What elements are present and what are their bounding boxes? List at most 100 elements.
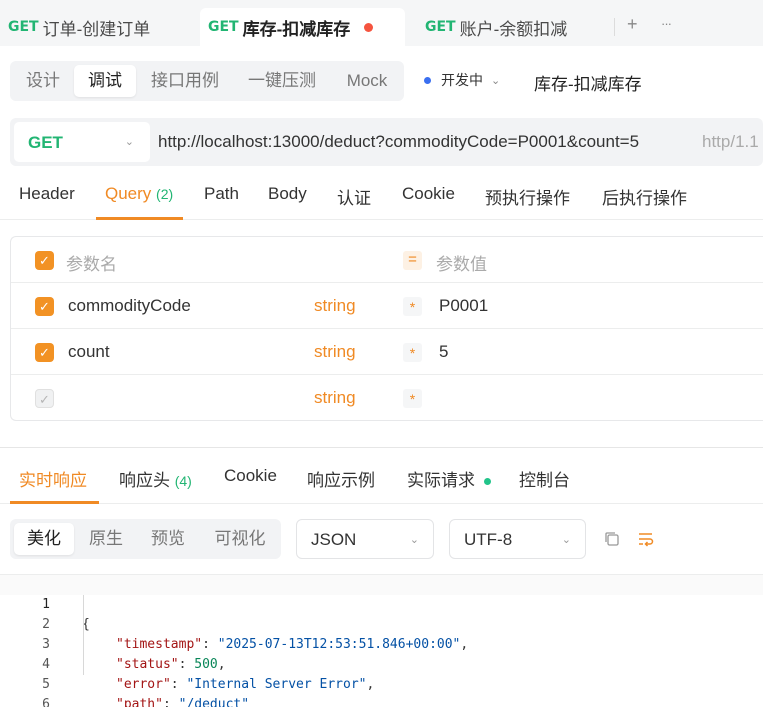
request-tab-deduct-stock[interactable]: GET 库存-扣减库存 bbox=[200, 8, 405, 46]
method-label: GET bbox=[208, 19, 239, 35]
more-tabs-button[interactable]: ··· bbox=[661, 14, 672, 34]
mode-debug[interactable]: 调试 bbox=[74, 65, 136, 97]
row-enable-checkbox[interactable]: ✓ bbox=[35, 297, 54, 316]
format-wrap-icon[interactable] bbox=[637, 530, 655, 548]
tab-cookie[interactable]: Cookie bbox=[402, 184, 455, 204]
required-star-icon[interactable]: * bbox=[403, 389, 422, 408]
param-type[interactable]: string bbox=[314, 388, 356, 408]
line-number: 6 bbox=[42, 697, 50, 707]
add-tab-button[interactable]: + bbox=[627, 14, 638, 34]
encoding-select[interactable]: UTF-8 ⌄ bbox=[449, 519, 586, 559]
mode-test-case[interactable]: 接口用例 bbox=[140, 65, 230, 97]
chevron-down-icon: ⌄ bbox=[561, 534, 571, 546]
tab-response-headers-label: 响应头 bbox=[119, 471, 170, 490]
view-preview[interactable]: 预览 bbox=[138, 523, 198, 555]
mode-switcher: 设计 调试 接口用例 一键压测 Mock bbox=[10, 61, 404, 101]
method-select[interactable]: GET ⌄ bbox=[14, 122, 150, 162]
tab-title: 库存-扣减库存 bbox=[242, 19, 351, 39]
url-input[interactable]: http://localhost:13000/deduct?commodityC… bbox=[158, 132, 639, 152]
json-value: "/deduct" bbox=[178, 697, 250, 707]
code-line: 5 "path": "/deduct" bbox=[0, 655, 763, 707]
code-line: 3 "status": 500, bbox=[0, 615, 763, 672]
table-header-row: ✓ 参数名 = 参数值 bbox=[11, 237, 763, 283]
env-status-select[interactable]: 开发中 ⌄ bbox=[424, 70, 500, 90]
mode-design[interactable]: 设计 bbox=[14, 65, 72, 97]
row-enable-checkbox[interactable]: ✓ bbox=[35, 389, 54, 408]
tab-pre-script[interactable]: 预执行操作 bbox=[485, 184, 570, 209]
json-key: "path" bbox=[116, 697, 163, 707]
view-visualize[interactable]: 可视化 bbox=[202, 523, 278, 555]
method-value: GET bbox=[28, 133, 63, 152]
response-format-select[interactable]: JSON ⌄ bbox=[296, 519, 434, 559]
tab-body[interactable]: Body bbox=[268, 184, 307, 204]
tab-query-count: (2) bbox=[156, 186, 174, 202]
tab-auth[interactable]: 认证 bbox=[337, 184, 371, 209]
tab-path[interactable]: Path bbox=[204, 184, 239, 204]
tab-console[interactable]: 控制台 bbox=[519, 466, 570, 491]
param-type[interactable]: string bbox=[314, 296, 356, 316]
request-name-input[interactable]: 库存-扣减库存 bbox=[534, 70, 642, 95]
indent-guide bbox=[83, 595, 84, 675]
unsaved-dot-icon bbox=[364, 22, 374, 32]
param-value[interactable]: P0001 bbox=[439, 296, 488, 316]
url-bar: GET ⌄ http://localhost:13000/deduct?comm… bbox=[10, 118, 763, 166]
http-version-label: http/1.1 bbox=[702, 132, 759, 151]
chevron-down-icon: ⌄ bbox=[124, 136, 134, 148]
response-body-viewer[interactable]: 1 { 2 "timestamp": "2025-07-13T12:53:51.… bbox=[0, 574, 763, 707]
column-header-name: 参数名 bbox=[66, 255, 117, 274]
code-line: 1 { bbox=[0, 575, 763, 632]
active-tab-indicator bbox=[96, 217, 183, 220]
view-pretty[interactable]: 美化 bbox=[14, 523, 74, 555]
param-type[interactable]: string bbox=[314, 342, 356, 362]
tab-response-headers-count: (4) bbox=[174, 473, 192, 489]
method-label: GET bbox=[8, 19, 39, 35]
response-format-value: JSON bbox=[311, 530, 357, 549]
code-text: "path": "/deduct" bbox=[116, 695, 249, 707]
tab-response-headers[interactable]: 响应头 (4) bbox=[119, 466, 192, 491]
table-row: ✓ string * bbox=[11, 375, 763, 421]
param-name[interactable]: commodityCode bbox=[68, 296, 191, 316]
method-label: GET bbox=[425, 19, 456, 35]
param-name[interactable]: count bbox=[68, 342, 110, 362]
status-dot-icon bbox=[483, 478, 491, 486]
column-header-value: 参数值 bbox=[436, 255, 487, 274]
chevron-down-icon: ⌄ bbox=[409, 534, 419, 546]
mode-mock[interactable]: Mock bbox=[336, 65, 398, 97]
equals-icon: = bbox=[403, 251, 422, 270]
encoding-value: UTF-8 bbox=[464, 530, 513, 549]
code-line: 6 } bbox=[0, 675, 763, 707]
response-tabs: 实时响应 响应头 (4) Cookie 响应示例 实际请求 控制台 bbox=[0, 452, 763, 504]
chevron-down-icon: ⌄ bbox=[491, 74, 501, 87]
tab-actual-request[interactable]: 实际请求 bbox=[407, 466, 491, 491]
row-enable-checkbox[interactable]: ✓ bbox=[35, 343, 54, 362]
query-params-table: ✓ 参数名 = 参数值 ✓ commodityCode string * P00… bbox=[10, 236, 763, 421]
mode-load-test[interactable]: 一键压测 bbox=[236, 65, 328, 97]
param-value[interactable]: 5 bbox=[439, 342, 448, 362]
view-raw[interactable]: 原生 bbox=[76, 523, 136, 555]
active-tab-indicator bbox=[10, 501, 99, 504]
env-status-label: 开发中 bbox=[441, 72, 483, 88]
tab-title: 账户-余额扣减 bbox=[459, 19, 568, 39]
status-dot-icon bbox=[424, 76, 431, 84]
request-tab-account-deduct[interactable]: GET 账户-余额扣减 bbox=[417, 8, 607, 46]
copy-icon[interactable] bbox=[603, 530, 621, 548]
request-tab-create-order[interactable]: GET 订单-创建订单 bbox=[0, 8, 190, 46]
tab-actual-request-label: 实际请求 bbox=[407, 471, 475, 490]
view-mode-switcher: 美化 原生 预览 可视化 bbox=[10, 519, 281, 559]
tab-live-response[interactable]: 实时响应 bbox=[19, 466, 87, 491]
tab-response-cookie[interactable]: Cookie bbox=[224, 466, 277, 486]
required-star-icon[interactable]: * bbox=[403, 343, 422, 362]
tab-response-example[interactable]: 响应示例 bbox=[307, 466, 375, 491]
request-param-tabs: Header Query (2) Path Body 认证 Cookie 预执行… bbox=[0, 172, 763, 220]
panel-divider[interactable] bbox=[0, 447, 763, 448]
table-row: ✓ commodityCode string * P0001 bbox=[11, 283, 763, 329]
tab-query[interactable]: Query (2) bbox=[105, 184, 173, 204]
table-row: ✓ count string * 5 bbox=[11, 329, 763, 375]
select-all-checkbox[interactable]: ✓ bbox=[35, 251, 54, 270]
required-star-icon[interactable]: * bbox=[403, 297, 422, 316]
tab-header[interactable]: Header bbox=[19, 184, 75, 204]
tab-divider bbox=[614, 18, 615, 36]
code-line: 4 "error": "Internal Server Error", bbox=[0, 635, 763, 692]
tab-post-script[interactable]: 后执行操作 bbox=[602, 184, 687, 209]
tab-title: 订单-创建订单 bbox=[42, 19, 151, 39]
